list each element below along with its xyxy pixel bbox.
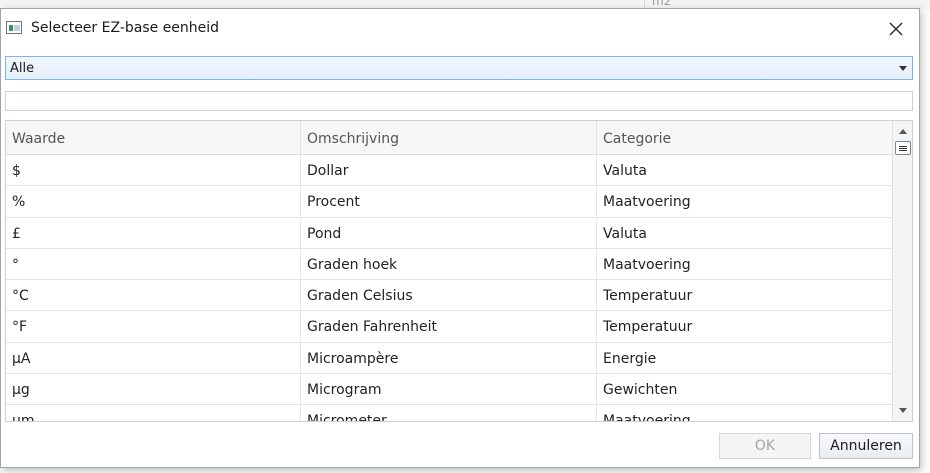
column-header-waarde[interactable]: Waarde	[6, 121, 301, 154]
cell-categorie: Gewichten	[603, 382, 678, 399]
cell-waarde: μm	[6, 405, 301, 421]
cell-categorie: Energie	[603, 350, 657, 367]
table-header: Waarde Omschrijving Categorie	[6, 121, 892, 155]
cell-waarde: °	[6, 248, 301, 279]
table-body: $ Dollar Valuta % Procent Maatvoering £ …	[6, 155, 892, 422]
category-filter-dropdown[interactable]: Alle	[5, 56, 913, 80]
cell-waarde: °F	[6, 311, 301, 342]
table-row[interactable]: °F Graden Fahrenheit Temperatuur	[6, 311, 892, 343]
scroll-down-arrow-icon[interactable]	[899, 408, 907, 413]
scroll-up-arrow-icon[interactable]	[899, 129, 907, 134]
cell-waarde: μg	[6, 374, 301, 405]
close-icon	[889, 22, 903, 36]
cell-categorie: Maatvoering	[603, 256, 691, 273]
cell-omschrijving: Pond	[301, 217, 597, 248]
units-table: Waarde Omschrijving Categorie $ Dollar V…	[5, 120, 913, 422]
cell-omschrijving: Procent	[301, 186, 597, 217]
table-row[interactable]: £ Pond Valuta	[6, 217, 892, 249]
cell-waarde: £	[6, 217, 301, 248]
cell-waarde: %	[6, 186, 301, 217]
ok-button[interactable]: OK	[719, 433, 811, 459]
window-app-icon	[6, 21, 22, 34]
close-button[interactable]	[881, 15, 911, 43]
background-partial-text: m2	[652, 0, 672, 8]
title-bar[interactable]: Selecteer EZ-base eenheid	[1, 9, 919, 49]
table-row[interactable]: % Procent Maatvoering	[6, 186, 892, 218]
search-input[interactable]	[5, 91, 913, 111]
cell-categorie: Valuta	[603, 163, 647, 179]
cell-waarde: $	[6, 155, 301, 185]
cancel-button[interactable]: Annuleren	[819, 433, 913, 459]
chevron-down-icon	[899, 66, 907, 71]
table-row[interactable]: $ Dollar Valuta	[6, 155, 892, 187]
cell-omschrijving: Graden Celsius	[301, 280, 597, 311]
cell-waarde: °C	[6, 280, 301, 311]
cell-categorie: Maatvoering	[603, 194, 691, 211]
vertical-scrollbar[interactable]	[892, 121, 912, 421]
scrollbar-thumb[interactable]	[895, 141, 911, 155]
cell-categorie: Temperatuur	[603, 288, 693, 305]
cell-omschrijving: Microampère	[301, 342, 597, 373]
cell-categorie: Temperatuur	[603, 319, 693, 336]
cell-categorie: Maatvoering	[603, 413, 691, 422]
cell-omschrijving: Dollar	[301, 155, 597, 185]
column-header-categorie[interactable]: Categorie	[597, 121, 892, 154]
dialog-title: Selecteer EZ-base eenheid	[31, 20, 220, 36]
cell-waarde: μA	[6, 342, 301, 373]
unit-select-dialog: Selecteer EZ-base eenheid Alle Waarde Om…	[0, 8, 920, 468]
category-filter-value: Alle	[10, 61, 35, 76]
table-row[interactable]: μg Microgram Gewichten	[6, 374, 892, 406]
cell-omschrijving: Micrometer	[301, 405, 597, 421]
cell-omschrijving: Microgram	[301, 374, 597, 405]
table-row[interactable]: ° Graden hoek Maatvoering	[6, 248, 892, 281]
table-row[interactable]: °C Graden Celsius Temperatuur	[6, 280, 892, 312]
table-row[interactable]: μm Micrometer Maatvoering	[6, 405, 892, 422]
cell-categorie: Valuta	[603, 225, 647, 242]
cell-omschrijving: Graden hoek	[301, 248, 597, 279]
column-header-omschrijving[interactable]: Omschrijving	[301, 121, 597, 154]
table-row[interactable]: μA Microampère Energie	[6, 342, 892, 375]
cell-omschrijving: Graden Fahrenheit	[301, 311, 597, 342]
